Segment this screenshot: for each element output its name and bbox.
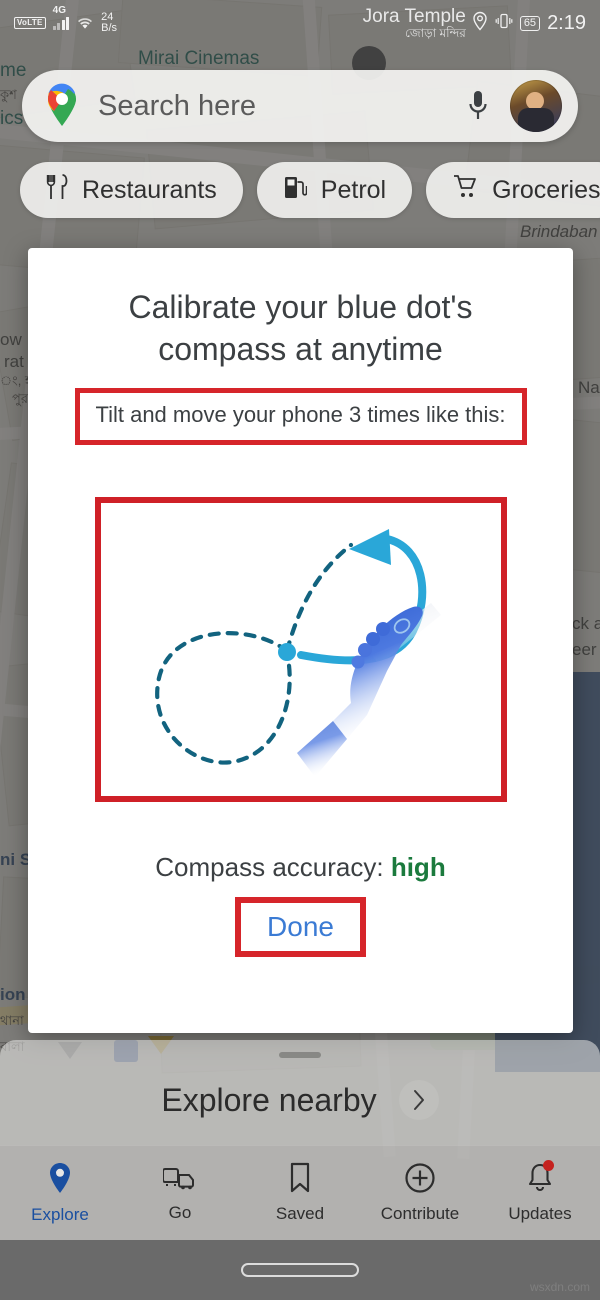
nav-item-go[interactable]: Go bbox=[120, 1163, 240, 1223]
signal-bars-icon: 4G bbox=[52, 5, 70, 30]
explore-nearby-sheet[interactable]: Explore nearby bbox=[0, 1040, 600, 1145]
plus-circle-icon bbox=[404, 1162, 436, 1199]
figure-eight-motion-illustration bbox=[154, 529, 441, 778]
vibrate-icon bbox=[495, 12, 513, 34]
chip-petrol[interactable]: Petrol bbox=[256, 162, 413, 218]
signal-bars-glyph bbox=[52, 16, 70, 30]
search-input-placeholder[interactable]: Search here bbox=[98, 90, 456, 123]
nav-label: Explore bbox=[31, 1205, 89, 1224]
nav-label: Saved bbox=[275, 1204, 325, 1223]
nav-item-saved[interactable]: Saved bbox=[240, 1162, 360, 1224]
chip-label: Restaurants bbox=[82, 175, 217, 204]
chip-groceries[interactable]: Groceries bbox=[426, 162, 600, 218]
phone-screen: Mirai CinemasBrindaban Rmeকুশicsowratং, … bbox=[0, 0, 600, 1300]
nav-label: Updates bbox=[508, 1204, 572, 1223]
compass-accuracy-row: Compass accuracy: high bbox=[155, 852, 445, 883]
dialog-title: Calibrate your blue dot's compass at any… bbox=[128, 289, 473, 368]
compass-accuracy-value: high bbox=[390, 852, 446, 883]
data-speed-indicator: 24 B/s bbox=[101, 12, 117, 34]
compass-calibration-dialog: Calibrate your blue dot's compass at any… bbox=[28, 248, 573, 1033]
updates-badge bbox=[543, 1160, 554, 1171]
shopping-cart-icon bbox=[452, 174, 478, 207]
explore-nearby-row[interactable]: Explore nearby bbox=[0, 1080, 600, 1120]
battery-icon: 65 bbox=[519, 15, 541, 31]
location-pin-icon bbox=[46, 1161, 74, 1200]
status-bar-left: VoLTE 4G 24 B/s bbox=[14, 5, 117, 34]
explore-nearby-label: Explore nearby bbox=[161, 1081, 377, 1118]
status-bar-right: 65 2:19 bbox=[472, 11, 586, 35]
fork-knife-icon bbox=[46, 173, 68, 207]
system-navigation-bar bbox=[0, 1240, 600, 1300]
nav-label: Contribute bbox=[380, 1204, 460, 1223]
chip-label: Groceries bbox=[492, 175, 600, 204]
nav-label: Go bbox=[168, 1203, 192, 1222]
category-chips: Restaurants Petrol Groceries bbox=[20, 162, 600, 218]
calibration-animation-highlight bbox=[94, 497, 507, 803]
chevron-right-icon[interactable] bbox=[398, 1080, 439, 1120]
status-bar-location: Jora Temple জোড়া মন্দির bbox=[117, 5, 472, 40]
home-pill-indicator[interactable] bbox=[241, 1263, 359, 1277]
done-button[interactable]: Done bbox=[267, 911, 334, 943]
chip-restaurants[interactable]: Restaurants bbox=[20, 162, 243, 218]
avatar[interactable] bbox=[510, 80, 562, 132]
microphone-icon[interactable] bbox=[456, 89, 500, 123]
bookmark-icon bbox=[288, 1162, 312, 1199]
dialog-subtitle: Tilt and move your phone 3 times like th… bbox=[95, 402, 506, 428]
wifi-icon bbox=[76, 16, 94, 30]
data-speed-unit: B/s bbox=[101, 22, 118, 34]
google-maps-pin-icon bbox=[42, 81, 82, 132]
network-type-label: 4G bbox=[52, 5, 66, 16]
search-bar[interactable]: Search here bbox=[22, 70, 578, 142]
fuel-pump-icon bbox=[283, 174, 308, 207]
watermark: wsxdn.com bbox=[529, 1280, 590, 1294]
nav-item-contribute[interactable]: Contribute bbox=[360, 1162, 480, 1224]
dialog-subtitle-highlight: Tilt and move your phone 3 times like th… bbox=[74, 388, 527, 446]
location-name-local: জোড়া মন্দির bbox=[405, 25, 466, 40]
clock-label: 2:19 bbox=[547, 11, 586, 34]
location-pin-icon bbox=[472, 11, 488, 35]
nav-item-explore[interactable]: Explore bbox=[0, 1161, 120, 1225]
volte-icon: VoLTE bbox=[14, 17, 46, 29]
commute-icon bbox=[162, 1163, 197, 1198]
compass-accuracy-label: Compass accuracy: bbox=[155, 852, 384, 883]
sheet-grab-handle[interactable] bbox=[279, 1052, 321, 1058]
chip-label: Petrol bbox=[320, 175, 387, 204]
nav-item-updates[interactable]: Updates bbox=[480, 1160, 600, 1224]
status-bar: VoLTE 4G 24 B/s Jora Temple জোড়া মন্দির bbox=[0, 0, 600, 46]
avatar-body bbox=[518, 108, 554, 132]
bottom-navigation: Explore Go Saved Contribute Updates bbox=[0, 1145, 600, 1240]
location-name: Jora Temple bbox=[362, 5, 466, 27]
done-button-highlight: Done bbox=[235, 897, 366, 958]
